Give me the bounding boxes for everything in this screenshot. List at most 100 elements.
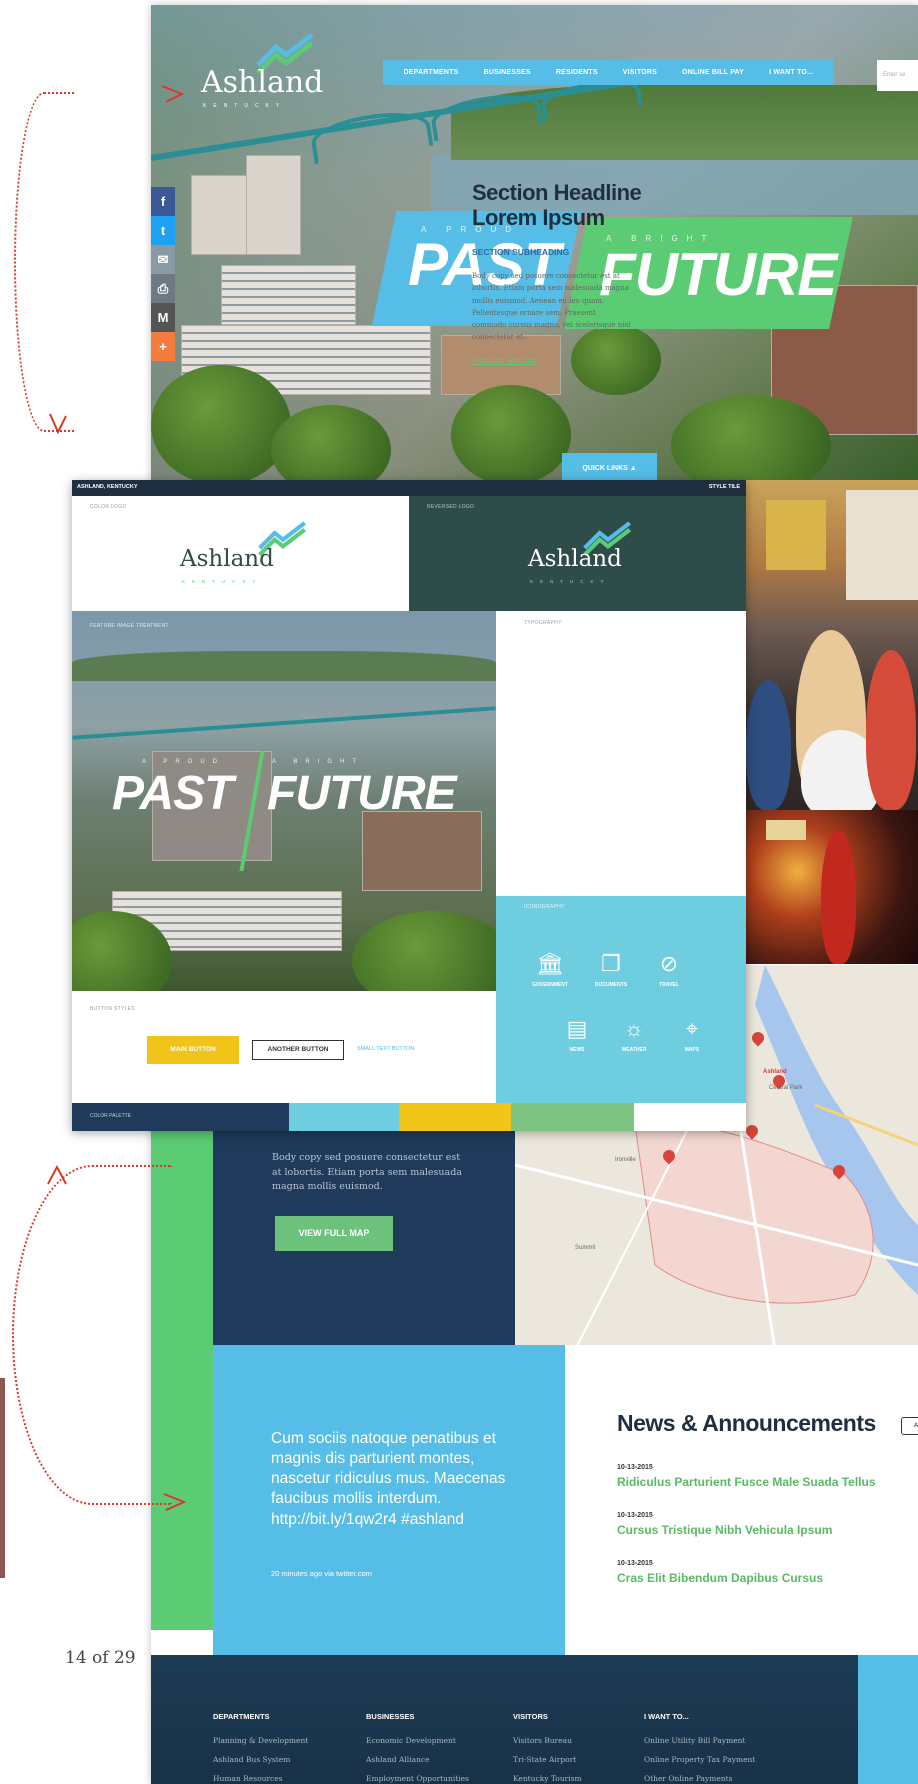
icon-label-documents: DOCUMENTS — [594, 982, 628, 988]
feature-future-small: A BRIGHT — [272, 759, 365, 765]
main-button[interactable]: MAIN BUTTON — [147, 1036, 239, 1064]
footer-link[interactable]: Online Property Tax Payment — [644, 1755, 755, 1764]
tweet-meta: 20 minutes ago via twitter.com — [271, 1569, 372, 1578]
footer-heading-businesses: BUSINESSES — [366, 1712, 415, 1721]
festival-crowd-photo — [746, 480, 918, 810]
booth — [846, 490, 918, 600]
palette-swatch-light-blue — [289, 1103, 399, 1131]
map-label-central-park: Central Park — [769, 1085, 803, 1091]
annotation-arrowhead-icon — [163, 1493, 187, 1511]
footer-link[interactable]: Employment Opportunities — [366, 1774, 469, 1783]
nav-item-visitors[interactable]: VISITORS — [623, 69, 657, 76]
gmail-icon[interactable]: M — [151, 303, 175, 332]
section-subheading: SECTION SUBHEADING — [472, 247, 570, 257]
person — [746, 680, 791, 810]
another-button[interactable]: ANOTHER BUTTON — [252, 1040, 344, 1060]
search-input[interactable]: Enter se — [877, 60, 918, 91]
icon-label-travel: TRAVEL — [659, 982, 679, 988]
footer-link[interactable]: Human Resources — [213, 1774, 283, 1783]
map-body-text: Body copy sed posuere consectetur est at… — [272, 1152, 462, 1193]
bridge-arch — [308, 105, 434, 165]
annotation-arrowhead-icon — [49, 413, 67, 435]
tree — [271, 405, 391, 485]
travel-icon: ⊘ TRAVEL — [644, 950, 694, 988]
plus-icon[interactable]: + — [151, 332, 175, 361]
news-headline-link[interactable]: Ridiculus Parturient Fusce Male Suada Te… — [617, 1475, 876, 1489]
tree — [151, 365, 291, 485]
building — [221, 265, 356, 325]
news-panel — [565, 1345, 918, 1655]
twitter-icon[interactable]: t — [151, 216, 175, 245]
iconography-label: ICONOGRAPHY — [524, 904, 565, 910]
footer-link[interactable]: Planning & Development — [213, 1736, 308, 1745]
button-styles-label: BUTTON STYLES — [90, 1006, 135, 1012]
footer-link[interactable]: Visitors Bureau — [513, 1736, 572, 1745]
typography-label: TYPOGRAPHY — [524, 620, 562, 626]
news-headline-link[interactable]: Cursus Tristique Nibh Vehicula Ipsum — [617, 1523, 832, 1537]
footer-link[interactable]: Ashland Bus System — [213, 1755, 290, 1764]
footer-link[interactable]: Tri-State Airport — [513, 1755, 576, 1764]
map-label-ironville: Ironville — [615, 1157, 636, 1163]
documents-icon: ❐ DOCUMENTS — [586, 950, 636, 988]
reversed-logo-word: Ashland — [528, 546, 622, 572]
hero-section: Ashland KENTUCKY DEPARTMENTS BUSINESSES … — [151, 5, 918, 485]
footer-link[interactable]: Kentucky Tourism — [513, 1774, 582, 1783]
nav-item-residents[interactable]: RESIDENTS — [556, 69, 598, 76]
news-date: 10-13-2015 — [617, 1464, 653, 1471]
facebook-icon[interactable]: f — [151, 187, 175, 216]
person — [866, 650, 916, 810]
adjacent-page-edge — [0, 1378, 5, 1578]
news-title: News & Announcements — [617, 1410, 876, 1436]
footer-link[interactable]: Other Online Payments — [644, 1774, 733, 1783]
annotation-arrowhead-icon — [161, 85, 185, 103]
tree — [671, 395, 831, 485]
map-label-ashland: Ashland — [763, 1069, 787, 1075]
news-date: 10-13-2015 — [617, 1560, 653, 1567]
booth-sign — [766, 500, 826, 570]
footer-heading-i-want-to: I WANT TO... — [644, 1712, 689, 1721]
news-date: 10-13-2015 — [617, 1512, 653, 1519]
standard-text-link[interactable]: Standard text link — [472, 357, 536, 365]
map-label-summit: Summit — [575, 1245, 596, 1251]
style-tile-header — [72, 480, 746, 496]
feature-past-small: A PROUD — [142, 759, 226, 765]
mail-icon[interactable]: ✉ — [151, 245, 175, 274]
nav-item-businesses[interactable]: BUSINESSES — [484, 69, 531, 76]
nav-item-i-want-to[interactable]: I WANT TO... — [769, 69, 813, 76]
footer-link[interactable]: Economic Development — [366, 1736, 456, 1745]
color-palette-label: COLOR PALETTE — [90, 1113, 132, 1119]
share-bar: f t ✉ ⎙ M + — [151, 187, 175, 361]
maps-icon: ⌖ MAPS — [667, 1015, 717, 1053]
nav-item-departments[interactable]: DEPARTMENTS — [404, 69, 459, 76]
building — [362, 811, 482, 891]
footer-heading-visitors: VISITORS — [513, 1712, 548, 1721]
news-all-button[interactable]: A — [901, 1417, 918, 1435]
palette-swatch-green — [511, 1103, 634, 1131]
annotation-arrow-curve — [14, 92, 74, 432]
feature-image: FEATURE IMAGE TREATMENT A PROUD PAST A B… — [72, 611, 496, 991]
weather-icon: ☼ WEATHER — [609, 1015, 659, 1053]
hero-logo-text[interactable]: Ashland — [201, 65, 323, 100]
tweet-text: Cum sociis natoque penatibus et magnis d… — [271, 1430, 506, 1528]
small-text-button[interactable]: SMALL TEXT BUTTON — [357, 1046, 414, 1052]
typography-panel — [496, 611, 746, 896]
style-tile-title: STYLE TILE — [708, 484, 740, 490]
footer-link[interactable]: Ashland Alliance — [366, 1755, 430, 1764]
performer — [821, 830, 856, 964]
concert-photo — [746, 810, 918, 964]
iconography-panel — [496, 896, 746, 1103]
reversed-logo-sub: KENTUCKY — [530, 579, 611, 584]
footer-link[interactable]: Online Utility Bill Payment — [644, 1736, 746, 1745]
main-nav: DEPARTMENTS BUSINESSES RESIDENTS VISITOR… — [383, 60, 834, 85]
news-headline-link[interactable]: Cras Elit Bibendum Dapibus Cursus — [617, 1571, 823, 1585]
nav-item-online-bill-pay[interactable]: ONLINE BILL PAY — [682, 69, 744, 76]
color-logo-sub: KENTUCKY — [182, 579, 263, 584]
footer-accent — [858, 1655, 918, 1784]
tweet-source-link[interactable]: twitter.com — [336, 1569, 372, 1578]
tree — [451, 385, 571, 485]
view-full-map-button[interactable]: VIEW FULL MAP — [275, 1216, 393, 1251]
government-icon: 🏛 GOVERNMENT — [525, 950, 575, 988]
icon-label-maps: MAPS — [684, 1047, 700, 1053]
print-icon[interactable]: ⎙ — [151, 274, 175, 303]
tree — [352, 911, 496, 991]
